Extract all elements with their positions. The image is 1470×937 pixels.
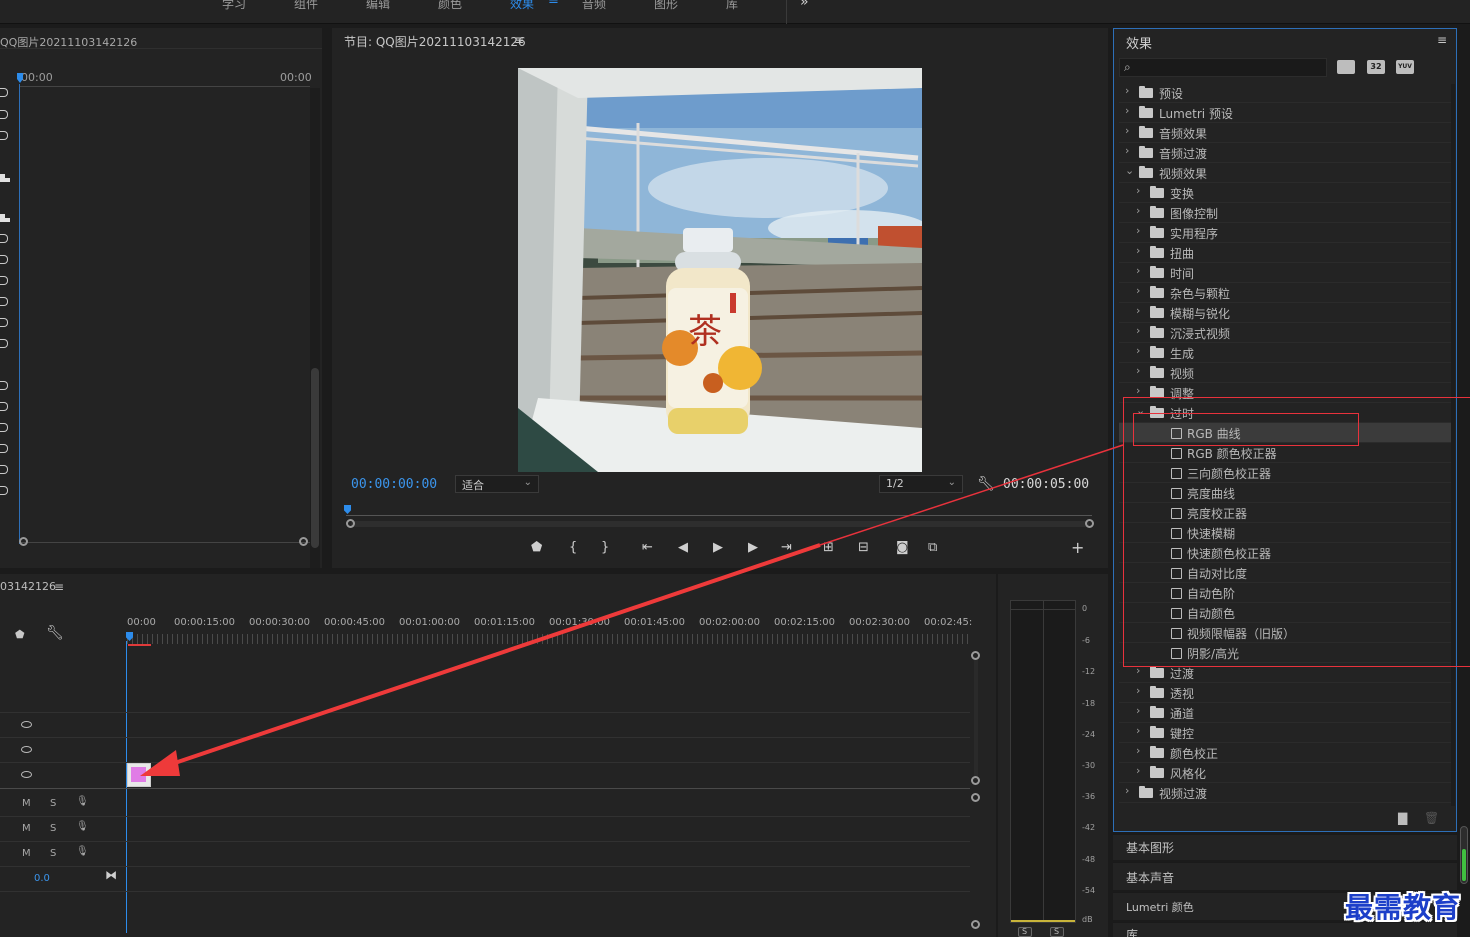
- arrow-head: [140, 750, 180, 776]
- drag-annotation-arrow: [140, 444, 1124, 776]
- watermark-logo: 最需教育: [1345, 891, 1462, 924]
- arrow-shaft: [159, 543, 821, 770]
- guide-line: [819, 444, 1124, 546]
